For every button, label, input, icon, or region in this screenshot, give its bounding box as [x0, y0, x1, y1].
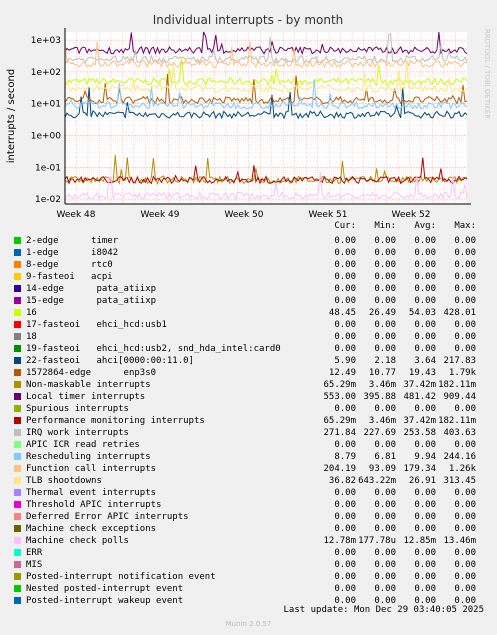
- last-update: Last update: Mon Dec 29 03:40:05 2025: [283, 605, 484, 615]
- chart: Individual interrupts - by month interru…: [6, 13, 491, 220]
- munin-version: Munin 2.0.57: [225, 620, 272, 628]
- x-tick-label: Week 49: [141, 210, 180, 220]
- y-tick-label: 1e-02: [35, 195, 61, 205]
- y-tick-label: 1e+00: [31, 131, 62, 141]
- y-tick-label: 1e+03: [31, 36, 61, 46]
- y-tick-label: 1e-01: [35, 163, 61, 173]
- x-tick-label: Week 50: [225, 210, 264, 220]
- x-tick-label: Week 52: [392, 210, 431, 220]
- rrdtool-watermark: RRDTOOL / TOBI OETIKER: [483, 29, 491, 119]
- y-tick-label: 1e+02: [31, 68, 61, 78]
- chart-title: Individual interrupts - by month: [153, 13, 344, 27]
- y-axis-label: interrupts / second: [6, 69, 17, 163]
- y-tick-label: 1e+01: [31, 100, 61, 110]
- x-tick-label: Week 48: [57, 210, 96, 220]
- x-tick-label: Week 51: [309, 210, 348, 220]
